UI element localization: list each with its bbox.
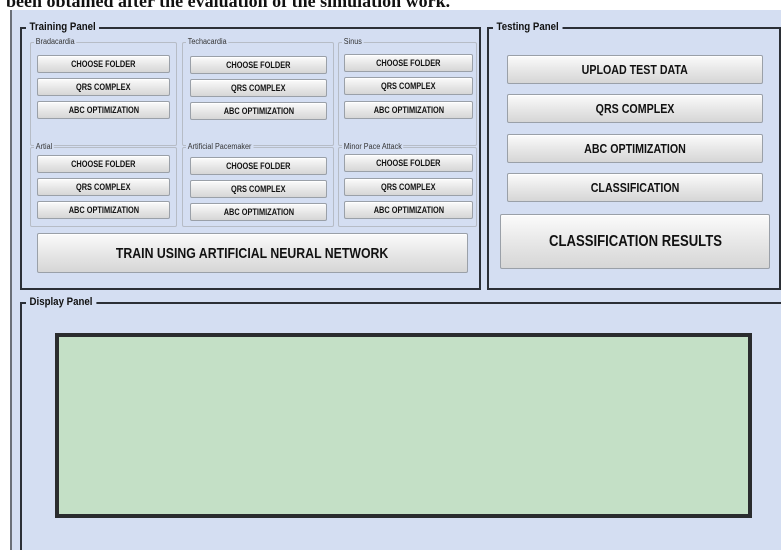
train-ann-button[interactable]: TRAIN USING ARTIFICIAL NEURAL NETWORK bbox=[37, 233, 468, 273]
techacardia-abc-optimization-button[interactable]: ABC OPTIMIZATION bbox=[190, 102, 327, 120]
classification-button[interactable]: CLASSIFICATION bbox=[507, 173, 763, 202]
group-artial: Artial CHOOSE FOLDER QRS COMPLEX ABC OPT… bbox=[30, 142, 177, 227]
display-area bbox=[55, 333, 752, 518]
techacardia-choose-folder-button[interactable]: CHOOSE FOLDER bbox=[190, 56, 327, 74]
group-title-artificial-pacemaker: Artificial Pacemaker bbox=[186, 142, 254, 152]
group-title-techacardia: Techacardia bbox=[186, 37, 229, 47]
artificial-pacemaker-qrs-complex-button[interactable]: QRS COMPLEX bbox=[190, 180, 327, 198]
display-panel-title: Display Panel bbox=[26, 295, 97, 309]
app-window: Training Panel Bradacardia CHOOSE FOLDER… bbox=[10, 10, 781, 550]
group-artificial-pacemaker: Artificial Pacemaker CHOOSE FOLDER QRS C… bbox=[182, 142, 334, 227]
testing-qrs-complex-button[interactable]: QRS COMPLEX bbox=[507, 94, 763, 123]
group-title-bradacardia: Bradacardia bbox=[34, 37, 77, 47]
testing-panel-title: Testing Panel bbox=[493, 20, 563, 34]
testing-panel: Testing Panel UPLOAD TEST DATA QRS COMPL… bbox=[487, 20, 781, 290]
techacardia-qrs-complex-button[interactable]: QRS COMPLEX bbox=[190, 79, 327, 97]
minor-pace-attack-choose-folder-button[interactable]: CHOOSE FOLDER bbox=[344, 154, 473, 172]
upload-test-data-button[interactable]: UPLOAD TEST DATA bbox=[507, 55, 763, 84]
group-sinus: Sinus CHOOSE FOLDER QRS COMPLEX ABC OPTI… bbox=[338, 37, 477, 146]
bradacardia-qrs-complex-button[interactable]: QRS COMPLEX bbox=[37, 78, 170, 96]
training-panel: Training Panel Bradacardia CHOOSE FOLDER… bbox=[20, 20, 481, 290]
testing-abc-optimization-button[interactable]: ABC OPTIMIZATION bbox=[507, 134, 763, 163]
group-title-sinus: Sinus bbox=[342, 37, 364, 47]
sinus-qrs-complex-button[interactable]: QRS COMPLEX bbox=[344, 77, 473, 95]
artial-choose-folder-button[interactable]: CHOOSE FOLDER bbox=[37, 155, 170, 173]
group-title-minor-pace-attack: Minor Pace Attack bbox=[342, 142, 404, 152]
bradacardia-abc-optimization-button[interactable]: ABC OPTIMIZATION bbox=[37, 101, 170, 119]
minor-pace-attack-qrs-complex-button[interactable]: QRS COMPLEX bbox=[344, 178, 473, 196]
artificial-pacemaker-choose-folder-button[interactable]: CHOOSE FOLDER bbox=[190, 157, 327, 175]
group-bradacardia: Bradacardia CHOOSE FOLDER QRS COMPLEX AB… bbox=[30, 37, 177, 146]
sinus-abc-optimization-button[interactable]: ABC OPTIMIZATION bbox=[344, 101, 473, 119]
display-panel: Display Panel bbox=[20, 295, 781, 550]
group-techacardia: Techacardia CHOOSE FOLDER QRS COMPLEX AB… bbox=[182, 37, 334, 146]
artificial-pacemaker-abc-optimization-button[interactable]: ABC OPTIMIZATION bbox=[190, 203, 327, 221]
bradacardia-choose-folder-button[interactable]: CHOOSE FOLDER bbox=[37, 55, 170, 73]
minor-pace-attack-abc-optimization-button[interactable]: ABC OPTIMIZATION bbox=[344, 201, 473, 219]
sinus-choose-folder-button[interactable]: CHOOSE FOLDER bbox=[344, 54, 473, 72]
training-panel-title: Training Panel bbox=[26, 20, 100, 34]
group-minor-pace-attack: Minor Pace Attack CHOOSE FOLDER QRS COMP… bbox=[338, 142, 477, 227]
group-title-artial: Artial bbox=[34, 142, 55, 152]
classification-results-button[interactable]: CLASSIFICATION RESULTS bbox=[500, 214, 770, 269]
artial-qrs-complex-button[interactable]: QRS COMPLEX bbox=[37, 178, 170, 196]
artial-abc-optimization-button[interactable]: ABC OPTIMIZATION bbox=[37, 201, 170, 219]
